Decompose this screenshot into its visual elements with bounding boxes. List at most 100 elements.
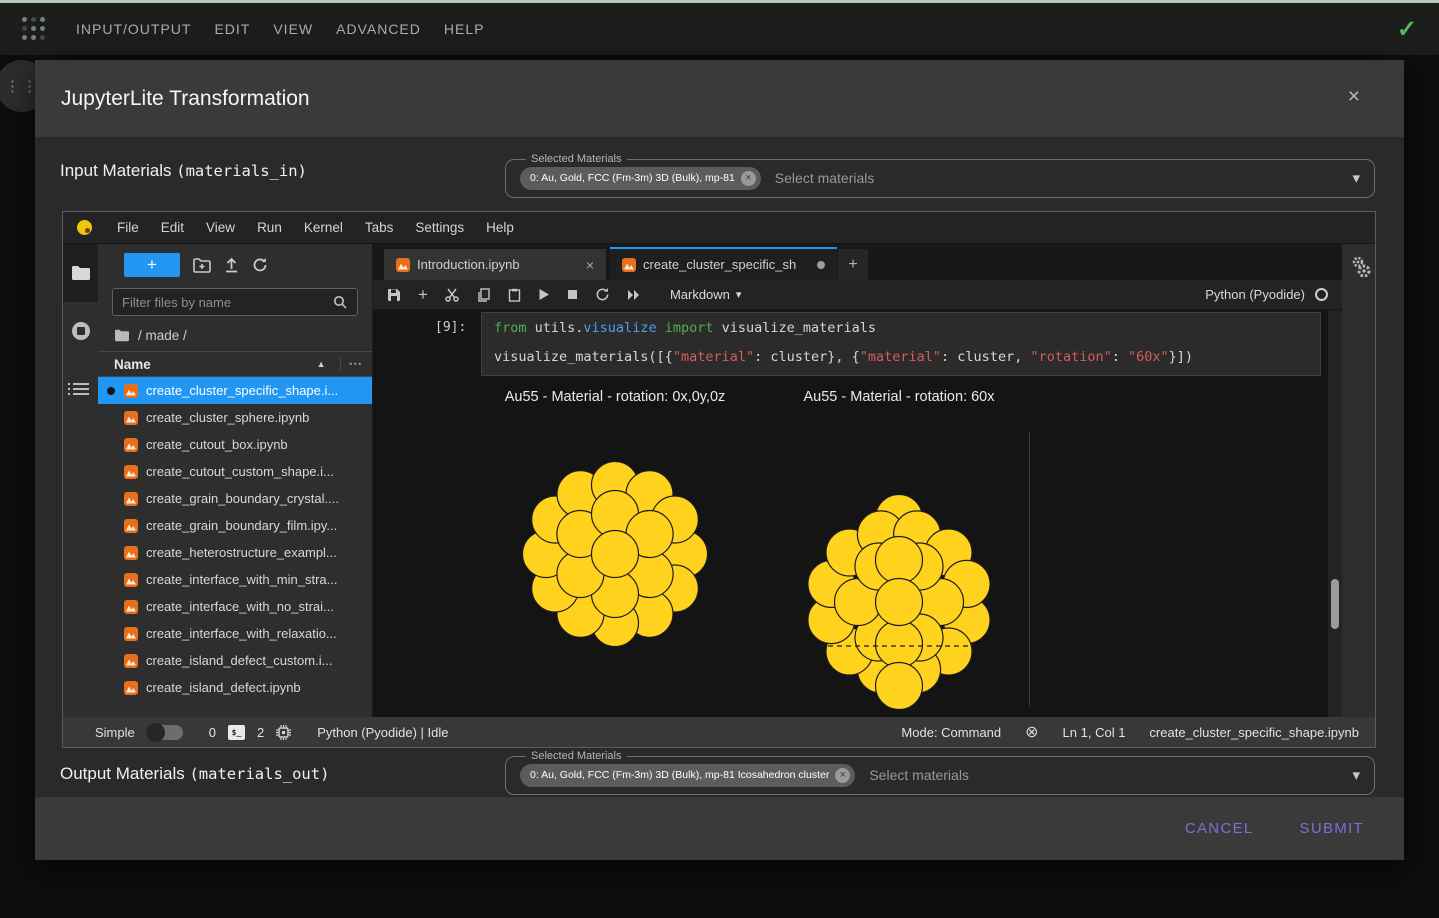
chevron-down-icon: ▾ (735, 289, 742, 301)
jupyter-menu-help[interactable]: Help (475, 220, 525, 235)
file-list: create_cluster_specific_shape.i...create… (98, 377, 372, 717)
file-row[interactable]: create_cutout_custom_shape.i... (98, 458, 372, 485)
chevron-down-icon[interactable]: ▾ (1352, 169, 1360, 187)
breadcrumb[interactable]: / made / (98, 324, 372, 351)
sort-ascending-icon[interactable]: ▲ (317, 359, 326, 369)
tab-introduction[interactable]: Introduction.ipynb × (384, 249, 606, 280)
sidebar-tab-filebrowser[interactable] (63, 244, 98, 302)
file-name: create_interface_with_no_strai... (146, 599, 334, 614)
jupyter-menu-tabs[interactable]: Tabs (354, 220, 405, 235)
file-row[interactable]: create_island_defect.ipynb (98, 674, 372, 701)
file-row[interactable]: create_interface_with_relaxatio... (98, 620, 372, 647)
file-list-header[interactable]: Name ▲ ⋯ (98, 351, 372, 377)
close-icon[interactable]: × (1348, 86, 1360, 107)
add-tab-button[interactable]: + (838, 249, 868, 280)
cursor-position[interactable]: Ln 1, Col 1 (1063, 725, 1126, 740)
input-material-chip[interactable]: 0: Au, Gold, FCC (Fm-3m) 3D (Bulk), mp-8… (520, 166, 761, 190)
paste-cells-button[interactable] (508, 288, 521, 302)
jupyter-menu-run[interactable]: Run (246, 220, 293, 235)
simple-mode-toggle[interactable] (145, 722, 183, 742)
notebook-icon (396, 257, 410, 272)
jupyter-menu-kernel[interactable]: Kernel (293, 220, 354, 235)
kernel-name[interactable]: Python (Pyodide) (1205, 287, 1305, 302)
cancel-button[interactable]: CANCEL (1185, 820, 1254, 837)
notebook-scrollbar[interactable] (1328, 310, 1342, 717)
cut-cells-button[interactable] (445, 288, 460, 302)
notebook-icon (124, 491, 138, 506)
app-menu-edit[interactable]: EDIT (214, 21, 250, 37)
app-menu-view[interactable]: VIEW (273, 21, 313, 37)
submit-button[interactable]: SUBMIT (1300, 820, 1364, 837)
file-name: create_grain_boundary_crystal.... (146, 491, 339, 506)
file-name: create_cutout_custom_shape.i... (146, 464, 334, 479)
kernels-count[interactable]: 2 (257, 725, 264, 740)
file-row[interactable]: create_interface_with_min_stra... (98, 566, 372, 593)
file-row[interactable]: create_cluster_sphere.ipynb (98, 404, 372, 431)
file-name: create_interface_with_relaxatio... (146, 626, 337, 641)
file-name: create_cutout_box.ipynb (146, 437, 288, 452)
notebook-icon (124, 410, 138, 425)
kernel-status-text[interactable]: Python (Pyodide) | Idle (317, 725, 448, 740)
notebook-tabbar: Introduction.ipynb × create_cluster_spec… (373, 244, 1342, 280)
notebook-icon (124, 545, 138, 560)
run-cell-button[interactable] (538, 288, 550, 301)
more-columns-icon[interactable]: ⋯ (339, 356, 362, 372)
file-row[interactable]: create_heterostructure_exampl... (98, 539, 372, 566)
app-menu-input-output[interactable]: INPUT/OUTPUT (76, 21, 191, 37)
plot-divider (1029, 431, 1030, 706)
notebook-content[interactable]: [9]: from utils.visualize import visuali… (373, 310, 1342, 717)
chevron-down-icon[interactable]: ▾ (1352, 766, 1360, 784)
sidebar-tab-running[interactable] (63, 302, 98, 360)
new-folder-button[interactable] (193, 257, 211, 273)
file-name: create_island_defect_custom.i... (146, 653, 333, 668)
unsaved-changes-icon (107, 386, 115, 395)
filter-files-input[interactable]: Filter files by name (112, 288, 358, 316)
cluster-visualization-2[interactable] (792, 495, 1006, 709)
file-row[interactable]: create_interface_with_no_strai... (98, 593, 372, 620)
jupyter-menu-view[interactable]: View (195, 220, 246, 235)
input-materials-select[interactable]: Selected Materials 0: Au, Gold, FCC (Fm-… (505, 153, 1375, 198)
output-materials-select[interactable]: Selected Materials 0: Au, Gold, FCC (Fm-… (505, 750, 1375, 795)
terminals-count[interactable]: 0 (209, 725, 216, 740)
file-row[interactable]: create_island_defect_custom.i... (98, 647, 372, 674)
notebook-icon (622, 257, 636, 272)
jupyter-menu-edit[interactable]: Edit (150, 220, 195, 235)
table-of-contents-icon (67, 383, 89, 395)
scrollbar-thumb[interactable] (1331, 579, 1339, 629)
add-cell-button[interactable]: + (418, 285, 428, 305)
chip-remove-icon[interactable]: × (740, 170, 756, 186)
copy-cells-button[interactable] (477, 287, 491, 302)
new-launcher-button[interactable]: + (124, 253, 180, 277)
save-button[interactable] (387, 288, 401, 302)
tab-close-icon[interactable]: × (586, 257, 594, 273)
unsaved-changes-icon (817, 260, 825, 269)
file-name: create_cluster_sphere.ipynb (146, 410, 310, 425)
jupyter-menu-settings[interactable]: Settings (404, 220, 475, 235)
app-menu-help[interactable]: HELP (444, 21, 485, 37)
refresh-files-button[interactable] (252, 257, 268, 273)
jupyterlite-transformation-dialog: JupyterLite Transformation × Input Mater… (35, 60, 1404, 860)
app-menu: INPUT/OUTPUT EDIT VIEW ADVANCED HELP (76, 21, 484, 37)
file-row[interactable]: create_cutout_box.ipynb (98, 431, 372, 458)
cluster-visualization-1[interactable] (518, 457, 712, 651)
upload-button[interactable] (224, 257, 239, 273)
settings-gears-icon[interactable] (1350, 256, 1372, 280)
cell-type-dropdown[interactable]: Markdown ▾ (670, 287, 742, 302)
file-row[interactable]: create_cluster_specific_shape.i... (98, 377, 372, 404)
output-material-chip[interactable]: 0: Au, Gold, FCC (Fm-3m) 3D (Bulk), mp-8… (520, 763, 856, 787)
restart-kernel-button[interactable] (595, 287, 610, 302)
chip-remove-icon[interactable]: × (835, 767, 851, 783)
file-name: create_island_defect.ipynb (146, 680, 301, 695)
code-cell[interactable]: from utils.visualize import visualize_ma… (481, 312, 1321, 376)
jupyter-menu-file[interactable]: File (106, 220, 150, 235)
sidebar-tab-toc[interactable] (63, 360, 98, 418)
run-all-cells-button[interactable] (627, 289, 641, 301)
app-menu-advanced[interactable]: ADVANCED (336, 21, 421, 37)
app-logo-icon[interactable] (22, 17, 46, 41)
file-row[interactable]: create_grain_boundary_crystal.... (98, 485, 372, 512)
shield-x-icon[interactable]: ⊗ (1025, 722, 1038, 742)
statusbar-filename: create_cluster_specific_shape.ipynb (1149, 724, 1359, 740)
interrupt-kernel-button[interactable] (567, 289, 578, 300)
file-row[interactable]: create_grain_boundary_film.ipy... (98, 512, 372, 539)
tab-create-cluster-specific-shape[interactable]: create_cluster_specific_sh (610, 247, 837, 280)
